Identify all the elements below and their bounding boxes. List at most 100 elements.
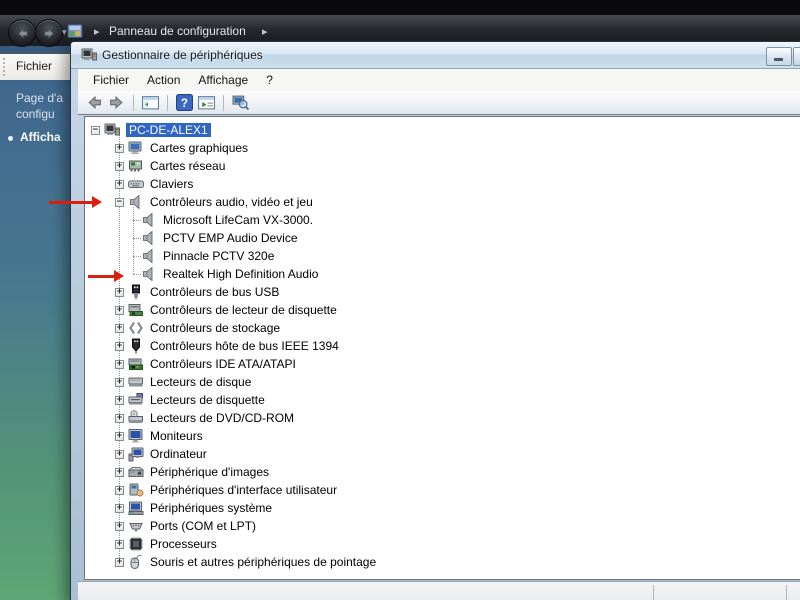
device-manager-titlebar[interactable]: Gestionnaire de périphériques <box>71 42 800 69</box>
ieee1394-icon <box>128 338 144 354</box>
sidebar-classic-view-link[interactable]: Afficha <box>20 130 61 144</box>
tree-item[interactable]: + Ports (COM et LPT) <box>85 517 800 535</box>
tree-item[interactable]: Microsoft LifeCam VX-3000. <box>85 211 800 229</box>
menu-affichage[interactable]: Affichage <box>189 71 257 89</box>
floppy-drive-icon <box>128 392 144 408</box>
arrow-shaft <box>88 274 114 278</box>
device-manager-menubar: Fichier Action Affichage ? <box>78 69 800 91</box>
keyboard-icon <box>128 176 144 192</box>
tree-item-label: Périphérique d'images <box>150 465 270 479</box>
expand-toggle[interactable]: + <box>115 305 124 315</box>
expand-toggle[interactable]: + <box>115 377 124 387</box>
tree-item[interactable]: + Périphériques système <box>85 499 800 517</box>
tree-item-label: Contrôleurs de lecteur de disquette <box>150 303 337 317</box>
expand-toggle[interactable]: + <box>115 413 124 423</box>
screen: ▾ ▸ Panneau de configuration ▸ Fichier P… <box>0 0 800 600</box>
computer-icon <box>104 122 120 138</box>
tree-item[interactable]: + Souris et autres périphériques de point… <box>85 553 800 571</box>
expand-toggle[interactable]: + <box>115 341 124 351</box>
tree-item[interactable]: + Lecteurs de disquette <box>85 391 800 409</box>
tree-item[interactable]: Realtek High Definition Audio <box>85 265 800 283</box>
expand-toggle[interactable]: + <box>115 143 124 153</box>
tree-item-label: Contrôleurs hôte de bus IEEE 1394 <box>150 339 339 353</box>
tree-item[interactable]: + Contrôleurs IDE ATA/ATAPI <box>85 355 800 373</box>
forward-circle-icon[interactable] <box>35 19 63 47</box>
control-panel-menubar: Fichier <box>0 53 70 80</box>
collapse-toggle[interactable]: − <box>91 125 100 135</box>
minimize-button[interactable] <box>766 47 792 66</box>
tree-item[interactable]: + Périphériques d'interface utilisateur <box>85 481 800 499</box>
minimize-icon <box>774 58 783 61</box>
network-adapter-icon <box>128 158 144 174</box>
expand-toggle[interactable]: + <box>115 485 124 495</box>
tree-item[interactable]: + Ordinateur <box>85 445 800 463</box>
collapse-toggle[interactable]: − <box>115 197 124 207</box>
tree-item[interactable]: + Contrôleurs de stockage <box>85 319 800 337</box>
tree-item[interactable]: + Cartes graphiques <box>85 139 800 157</box>
display-adapter-icon <box>128 140 144 156</box>
tree-item[interactable]: PCTV EMP Audio Device <box>85 229 800 247</box>
show-console-tree-icon[interactable] <box>142 94 159 111</box>
tree-item[interactable]: + Claviers <box>85 175 800 193</box>
expand-toggle[interactable]: + <box>115 395 124 405</box>
computer-device-icon <box>128 446 144 462</box>
maximize-button[interactable] <box>793 47 800 66</box>
tree-item[interactable]: Pinnacle PCTV 320e <box>85 247 800 265</box>
audio-device-icon <box>128 194 144 210</box>
expand-toggle[interactable]: + <box>115 539 124 549</box>
device-tree: − PC-DE-ALEX1 + Cartes graphiques + Cartes ré… <box>85 117 800 571</box>
tree-item-label: Processeurs <box>150 537 217 551</box>
tree-item[interactable]: + Moniteurs <box>85 427 800 445</box>
tree-item[interactable]: − PC-DE-ALEX1 <box>85 121 800 139</box>
menu-fichier[interactable]: Fichier <box>84 71 138 89</box>
audio-device-icon <box>141 212 157 228</box>
expand-toggle[interactable]: + <box>115 449 124 459</box>
tree-item[interactable]: − Contrôleurs audio, vidéo et jeu <box>85 193 800 211</box>
menu-action[interactable]: Action <box>138 71 189 89</box>
tree-item[interactable]: + Lecteurs de disque <box>85 373 800 391</box>
expand-toggle[interactable]: + <box>115 467 124 477</box>
tree-item[interactable]: + Contrôleurs hôte de bus IEEE 1394 <box>85 337 800 355</box>
tree-item[interactable]: + Lecteurs de DVD/CD-ROM <box>85 409 800 427</box>
tree-item[interactable]: + Cartes réseau <box>85 157 800 175</box>
expand-toggle[interactable]: + <box>115 521 124 531</box>
expand-toggle[interactable]: + <box>115 287 124 297</box>
tree-item-label: Cartes réseau <box>150 159 226 173</box>
tree-item-label: Pinnacle PCTV 320e <box>163 249 275 263</box>
tree-item-label: Périphériques d'interface utilisateur <box>150 483 338 497</box>
toolbar-separator <box>133 94 134 111</box>
expand-toggle[interactable]: + <box>115 359 124 369</box>
sidebar-home-text[interactable]: Page d'a <box>16 91 63 105</box>
statusbar-separator <box>786 585 787 600</box>
tree-item-label: Ordinateur <box>150 447 207 461</box>
properties-icon[interactable] <box>198 94 215 111</box>
expand-toggle[interactable]: + <box>115 431 124 441</box>
tree-item-label: Microsoft LifeCam VX-3000. <box>163 213 314 227</box>
tree-item[interactable]: + Périphérique d'images <box>85 463 800 481</box>
tree-item[interactable]: + Contrôleurs de bus USB <box>85 283 800 301</box>
expand-toggle[interactable]: + <box>115 323 124 333</box>
breadcrumb-arrow-icon[interactable]: ▸ <box>262 25 268 38</box>
menu-help[interactable]: ? <box>257 71 282 89</box>
annotation-arrow-audio-category <box>49 196 102 208</box>
expand-toggle[interactable]: + <box>115 503 124 513</box>
expand-toggle[interactable]: + <box>115 179 124 189</box>
sidebar-home-text[interactable]: configu <box>16 107 55 121</box>
control-panel-titlebar <box>0 0 800 15</box>
help-icon[interactable]: ? <box>176 94 193 111</box>
tree-item[interactable]: + Contrôleurs de lecteur de disquette <box>85 301 800 319</box>
toolbar-back-icon[interactable] <box>86 94 103 111</box>
tree-item[interactable]: + Processeurs <box>85 535 800 553</box>
tree-item-label: PC-DE-ALEX1 <box>126 123 211 137</box>
device-manager-window: Gestionnaire de périphériques Fichier Ac… <box>70 41 800 600</box>
breadcrumb[interactable]: Panneau de configuration <box>109 24 246 38</box>
annotation-arrow-realtek <box>88 270 124 282</box>
menu-fichier-background[interactable]: Fichier <box>16 59 52 73</box>
back-circle-icon[interactable] <box>8 19 36 47</box>
expand-toggle[interactable]: + <box>115 161 124 171</box>
scan-hardware-icon[interactable] <box>232 94 250 111</box>
device-tree-panel[interactable]: − PC-DE-ALEX1 + Cartes graphiques + Cartes ré… <box>84 116 800 580</box>
toolbar-forward-icon[interactable] <box>108 94 125 111</box>
expand-toggle[interactable]: + <box>115 557 124 567</box>
nav-history-caret-icon[interactable]: ▾ <box>62 27 67 38</box>
